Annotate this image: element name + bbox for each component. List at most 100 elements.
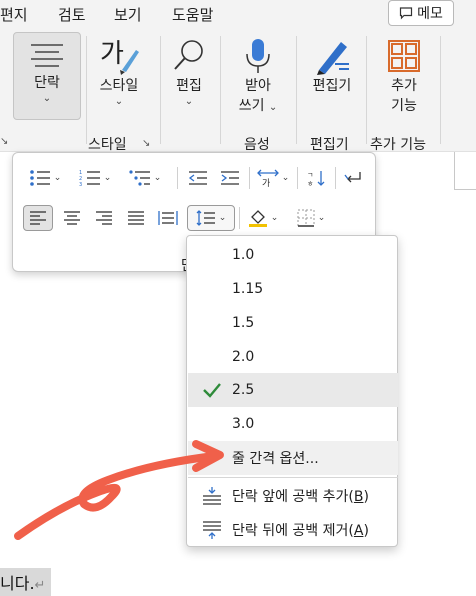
divider	[220, 36, 221, 144]
multilevel-list-button[interactable]: ⌄	[123, 165, 167, 191]
chevron-down-icon: ⌄	[218, 213, 227, 223]
paragraph-align-icon	[31, 44, 63, 67]
shading-button[interactable]: ⌄	[243, 205, 283, 231]
line-spacing-option[interactable]: 2.0	[188, 340, 398, 374]
group-label-voice: 음성	[244, 137, 270, 153]
chevron-down-icon: ⌄	[42, 93, 52, 104]
addins-label-line1: 추가	[391, 78, 417, 94]
check-icon	[203, 383, 221, 398]
style-brush-icon: 가	[100, 39, 139, 75]
chevron-down-icon: ⌄	[270, 213, 279, 223]
group-label-style: 스타일	[88, 137, 127, 153]
dictate-label-line1: 받아	[245, 78, 271, 94]
line-spacing-option[interactable]: 1.0	[188, 238, 398, 272]
chevron-down-icon: ⌄	[317, 213, 326, 223]
show-marks-button[interactable]	[339, 165, 367, 191]
grid-apps-icon	[388, 40, 420, 72]
align-center-button[interactable]	[57, 205, 87, 231]
paragraph-label: 단락	[34, 75, 60, 91]
dialog-launcher-icon[interactable]: ↘	[142, 138, 150, 149]
numbered-list-icon: 123	[79, 170, 100, 187]
chevron-down-icon: ⌄	[153, 173, 162, 183]
edit-label: 편집	[176, 78, 202, 94]
group-label-editor: 편집기	[310, 137, 349, 153]
increase-indent-button[interactable]	[215, 165, 245, 191]
svg-text:가: 가	[262, 178, 270, 187]
align-right-icon	[96, 211, 112, 225]
sort-button[interactable]: ㄱㅎ	[303, 165, 331, 191]
distribute-button[interactable]	[153, 205, 183, 231]
svg-text:ㄱ: ㄱ	[307, 171, 313, 179]
border-icon	[297, 209, 315, 227]
line-spacing-icon	[196, 210, 215, 226]
chevron-down-icon: ⌄	[184, 96, 194, 107]
divider	[366, 36, 367, 144]
divider	[296, 36, 297, 144]
svg-text:가: 가	[100, 39, 124, 69]
style-label: 스타일	[99, 78, 139, 94]
line-spacing-option[interactable]: 1.15	[188, 272, 398, 306]
menu-bar: 편지 검토 보기 도움말 메모	[0, 0, 476, 28]
divider	[297, 167, 298, 189]
divider	[177, 167, 178, 189]
numbering-button[interactable]: 123 ⌄	[73, 165, 117, 191]
align-left-icon	[30, 211, 46, 225]
microphone-icon	[246, 39, 270, 73]
bullet-list-icon	[29, 170, 50, 186]
justify-button[interactable]	[121, 205, 151, 231]
line-spacing-option-selected[interactable]: 2.5	[188, 373, 398, 407]
paragraph-mark-icon	[344, 172, 361, 183]
ribbon: 단락 ⌄ ↘ 가 스타일 ⌄ 스타일 ↘ 편집 ⌄ 받아 쓰기 ⌄ 음성 편집기…	[0, 28, 476, 153]
chevron-down-icon: ⌄	[103, 173, 112, 183]
group-label-addins: 추가 기능	[370, 137, 426, 153]
divider	[249, 167, 250, 189]
divider	[160, 36, 161, 144]
divider	[86, 36, 87, 144]
tab-help[interactable]: 도움말	[172, 4, 213, 25]
borders-button[interactable]: ⌄	[289, 205, 333, 231]
increase-indent-icon	[221, 171, 239, 185]
chevron-down-icon: ⌄	[114, 96, 124, 107]
tab-view[interactable]: 보기	[114, 4, 142, 25]
edit-button[interactable]: 편집 ⌄	[166, 36, 212, 120]
annotation-arrow	[14, 440, 224, 540]
divider	[239, 207, 240, 229]
memo-button[interactable]: 메모	[388, 0, 454, 26]
pen-icon	[317, 42, 349, 75]
decrease-indent-button[interactable]	[183, 165, 213, 191]
memo-label: 메모	[417, 6, 443, 22]
editor-button[interactable]: 편집기	[302, 36, 362, 120]
bullets-button[interactable]: ⌄	[23, 165, 67, 191]
tab-mailings[interactable]: 편지	[0, 4, 28, 25]
dictate-button[interactable]: 받아 쓰기 ⌄	[230, 36, 286, 128]
justify-icon	[128, 211, 144, 225]
distribute-icon	[158, 211, 178, 225]
line-spacing-option[interactable]: 1.5	[188, 306, 398, 340]
text-direction-icon: 가	[256, 169, 279, 187]
magnifier-icon	[174, 40, 203, 70]
divider	[440, 36, 441, 144]
paint-bucket-icon	[248, 210, 267, 227]
tab-review[interactable]: 검토	[58, 4, 86, 25]
text-direction-button[interactable]: 가 ⌄	[253, 165, 293, 191]
comment-icon	[400, 7, 413, 20]
svg-text:ㅎ: ㅎ	[307, 180, 313, 187]
line-spacing-button[interactable]: ⌄	[187, 205, 235, 231]
align-right-button[interactable]	[89, 205, 119, 231]
align-left-button[interactable]	[23, 205, 53, 231]
paragraph-button[interactable]: 단락 ⌄	[13, 32, 81, 120]
editor-label: 편집기	[312, 78, 352, 94]
align-center-icon	[64, 211, 80, 225]
document-text[interactable]: 니다.↵	[0, 568, 52, 596]
divider	[335, 167, 336, 189]
chevron-down-icon: ⌄	[281, 173, 290, 183]
addins-button[interactable]: 추가 기능	[374, 36, 434, 128]
chevron-down-icon: ⌄	[53, 173, 62, 183]
decrease-indent-icon	[188, 171, 207, 185]
sort-icon: ㄱㅎ	[307, 171, 325, 187]
addins-label-line2: 기능	[391, 98, 417, 114]
paragraph-mark-icon: ↵	[34, 578, 46, 593]
dictate-label-line2: 쓰기 ⌄	[238, 98, 278, 114]
dialog-launcher-icon[interactable]: ↘	[0, 136, 8, 147]
style-button[interactable]: 가 스타일 ⌄	[90, 36, 148, 120]
